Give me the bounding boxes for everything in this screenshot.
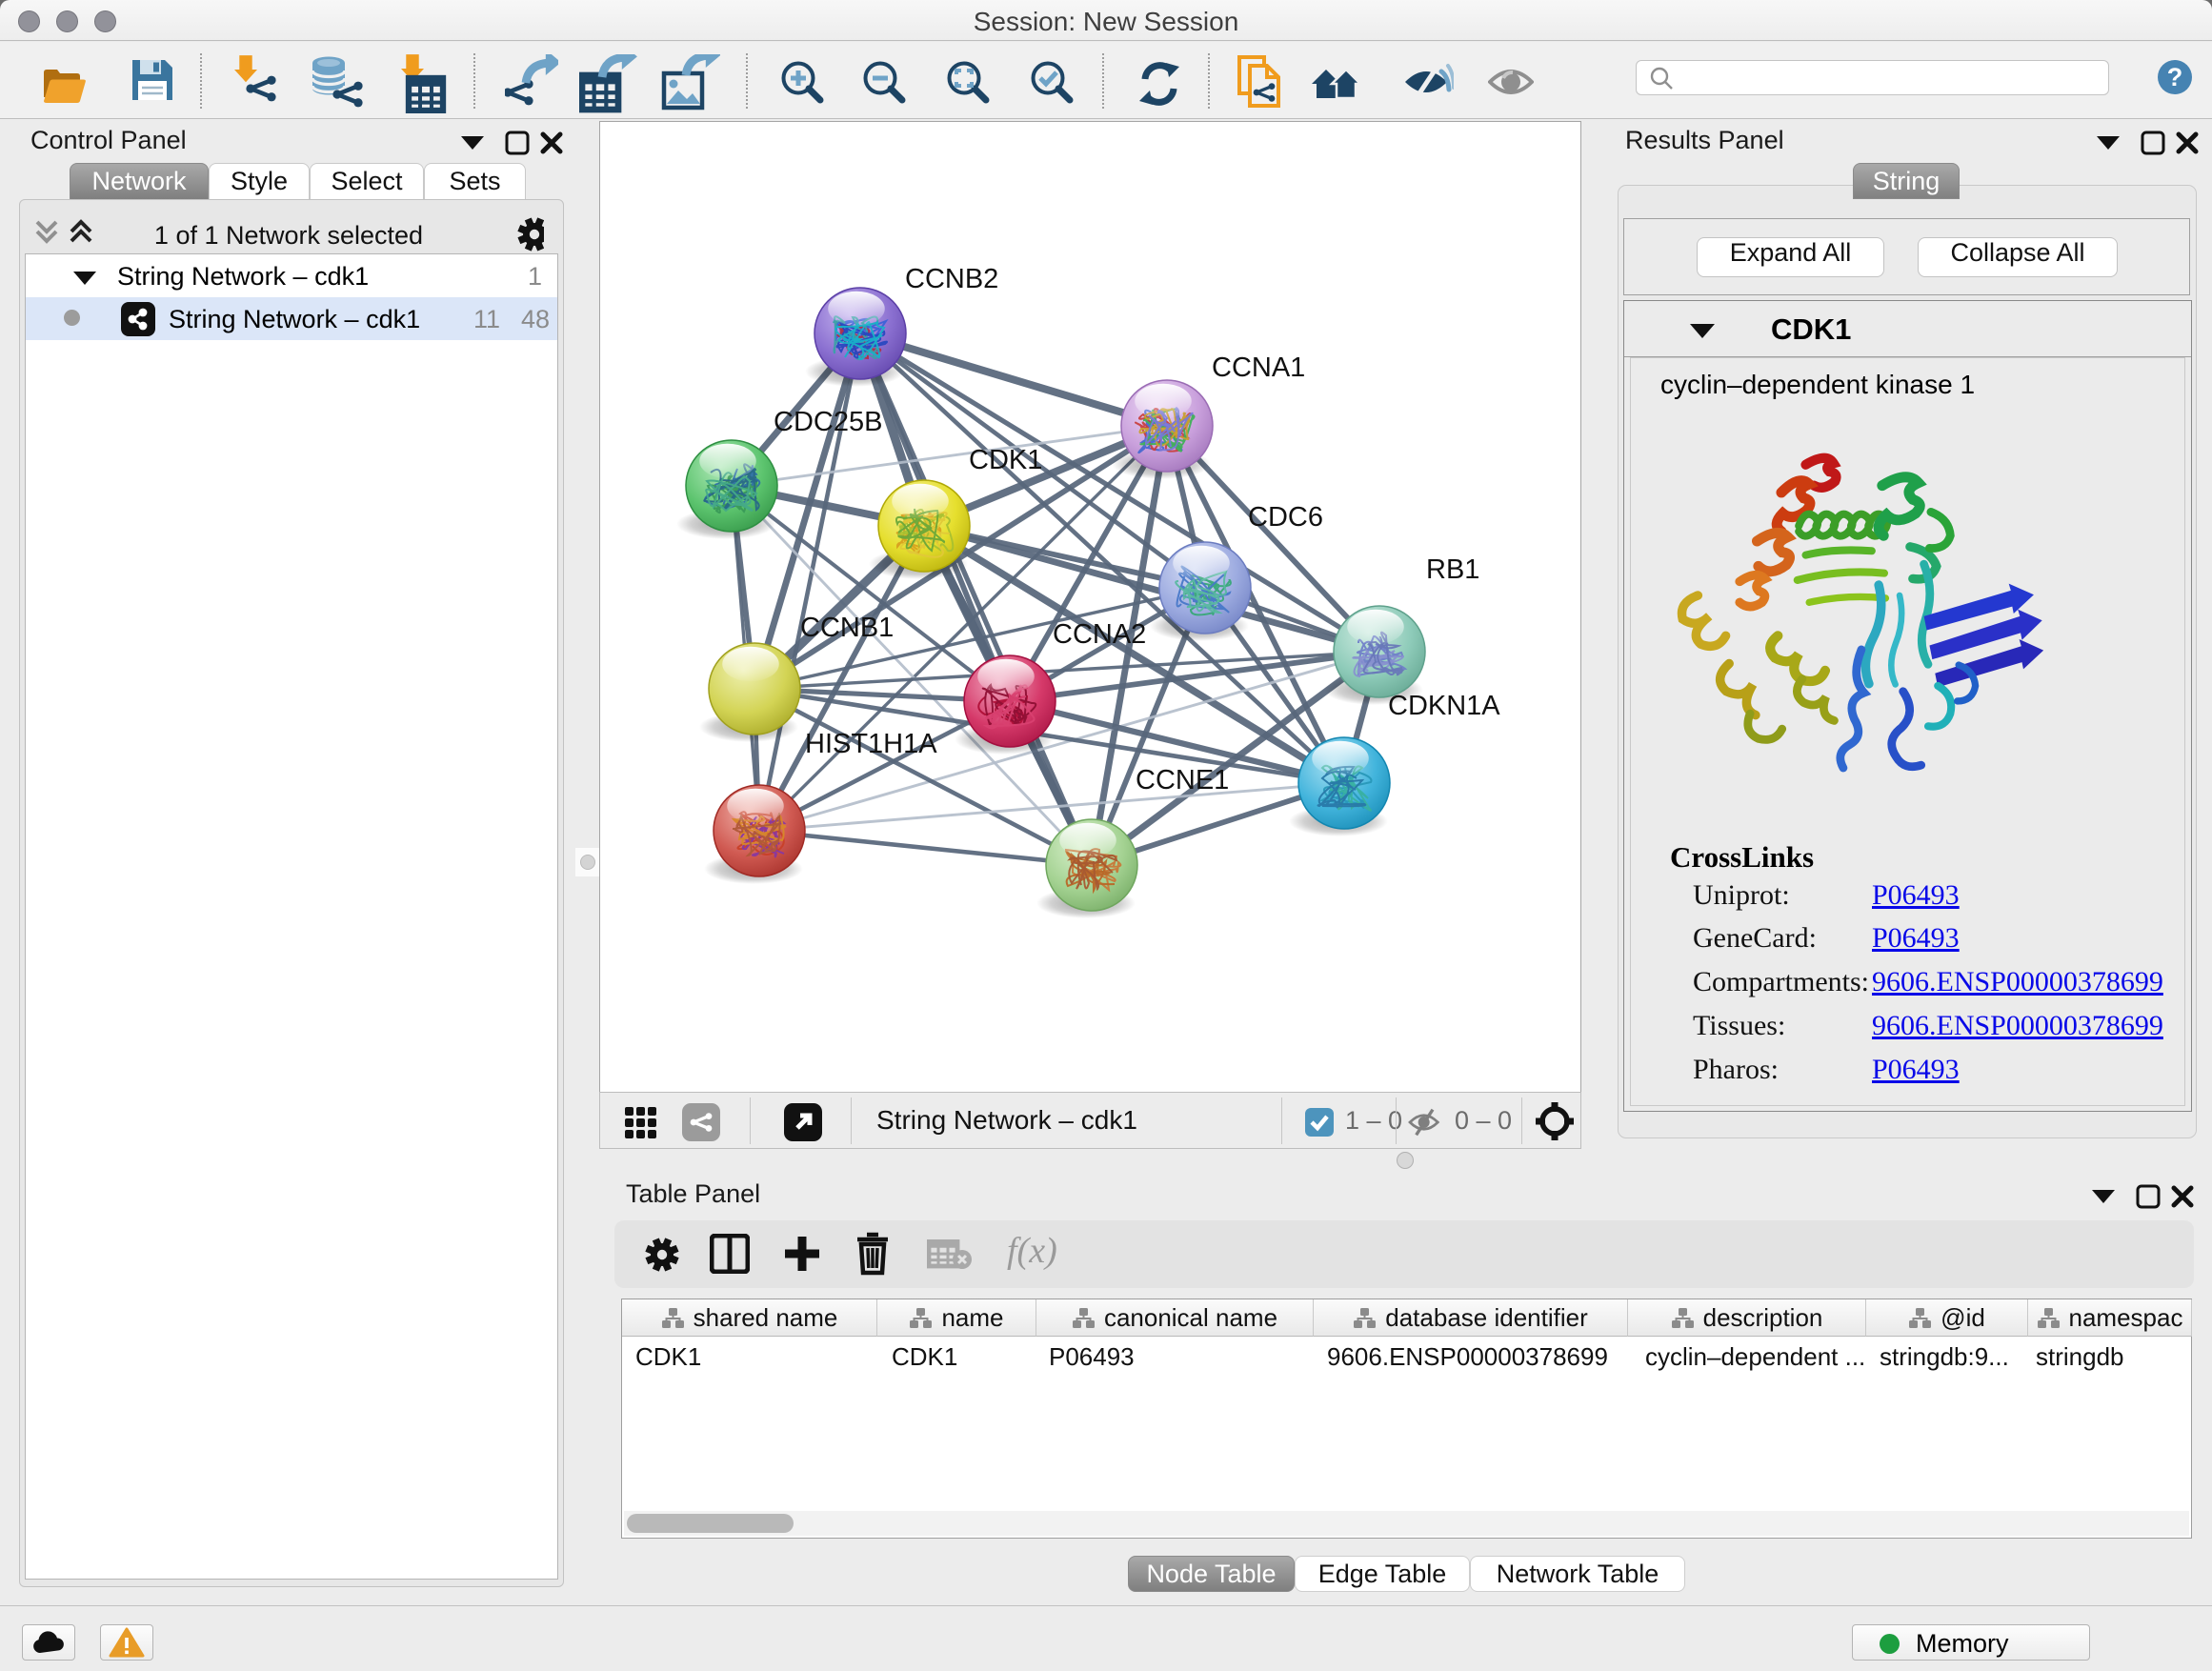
svg-text:CDC6: CDC6 — [1248, 502, 1323, 533]
svg-text:CCNA2: CCNA2 — [1053, 619, 1146, 650]
svg-text:HIST1H1A: HIST1H1A — [805, 729, 937, 759]
svg-text:1 of 1 Network selected: 1 of 1 Network selected — [154, 221, 423, 250]
svg-text:CCNB1: CCNB1 — [800, 613, 894, 643]
svg-text:CDKN1A: CDKN1A — [1388, 691, 1500, 721]
svg-text:?: ? — [2167, 63, 2183, 91]
svg-text:CDC25B: CDC25B — [774, 407, 882, 437]
svg-text:CCNB2: CCNB2 — [905, 264, 998, 294]
svg-text:CCNE1: CCNE1 — [1136, 765, 1229, 795]
svg-text:CDK1: CDK1 — [969, 445, 1042, 475]
svg-text:CCNA1: CCNA1 — [1212, 352, 1305, 383]
svg-text:RB1: RB1 — [1426, 554, 1479, 585]
